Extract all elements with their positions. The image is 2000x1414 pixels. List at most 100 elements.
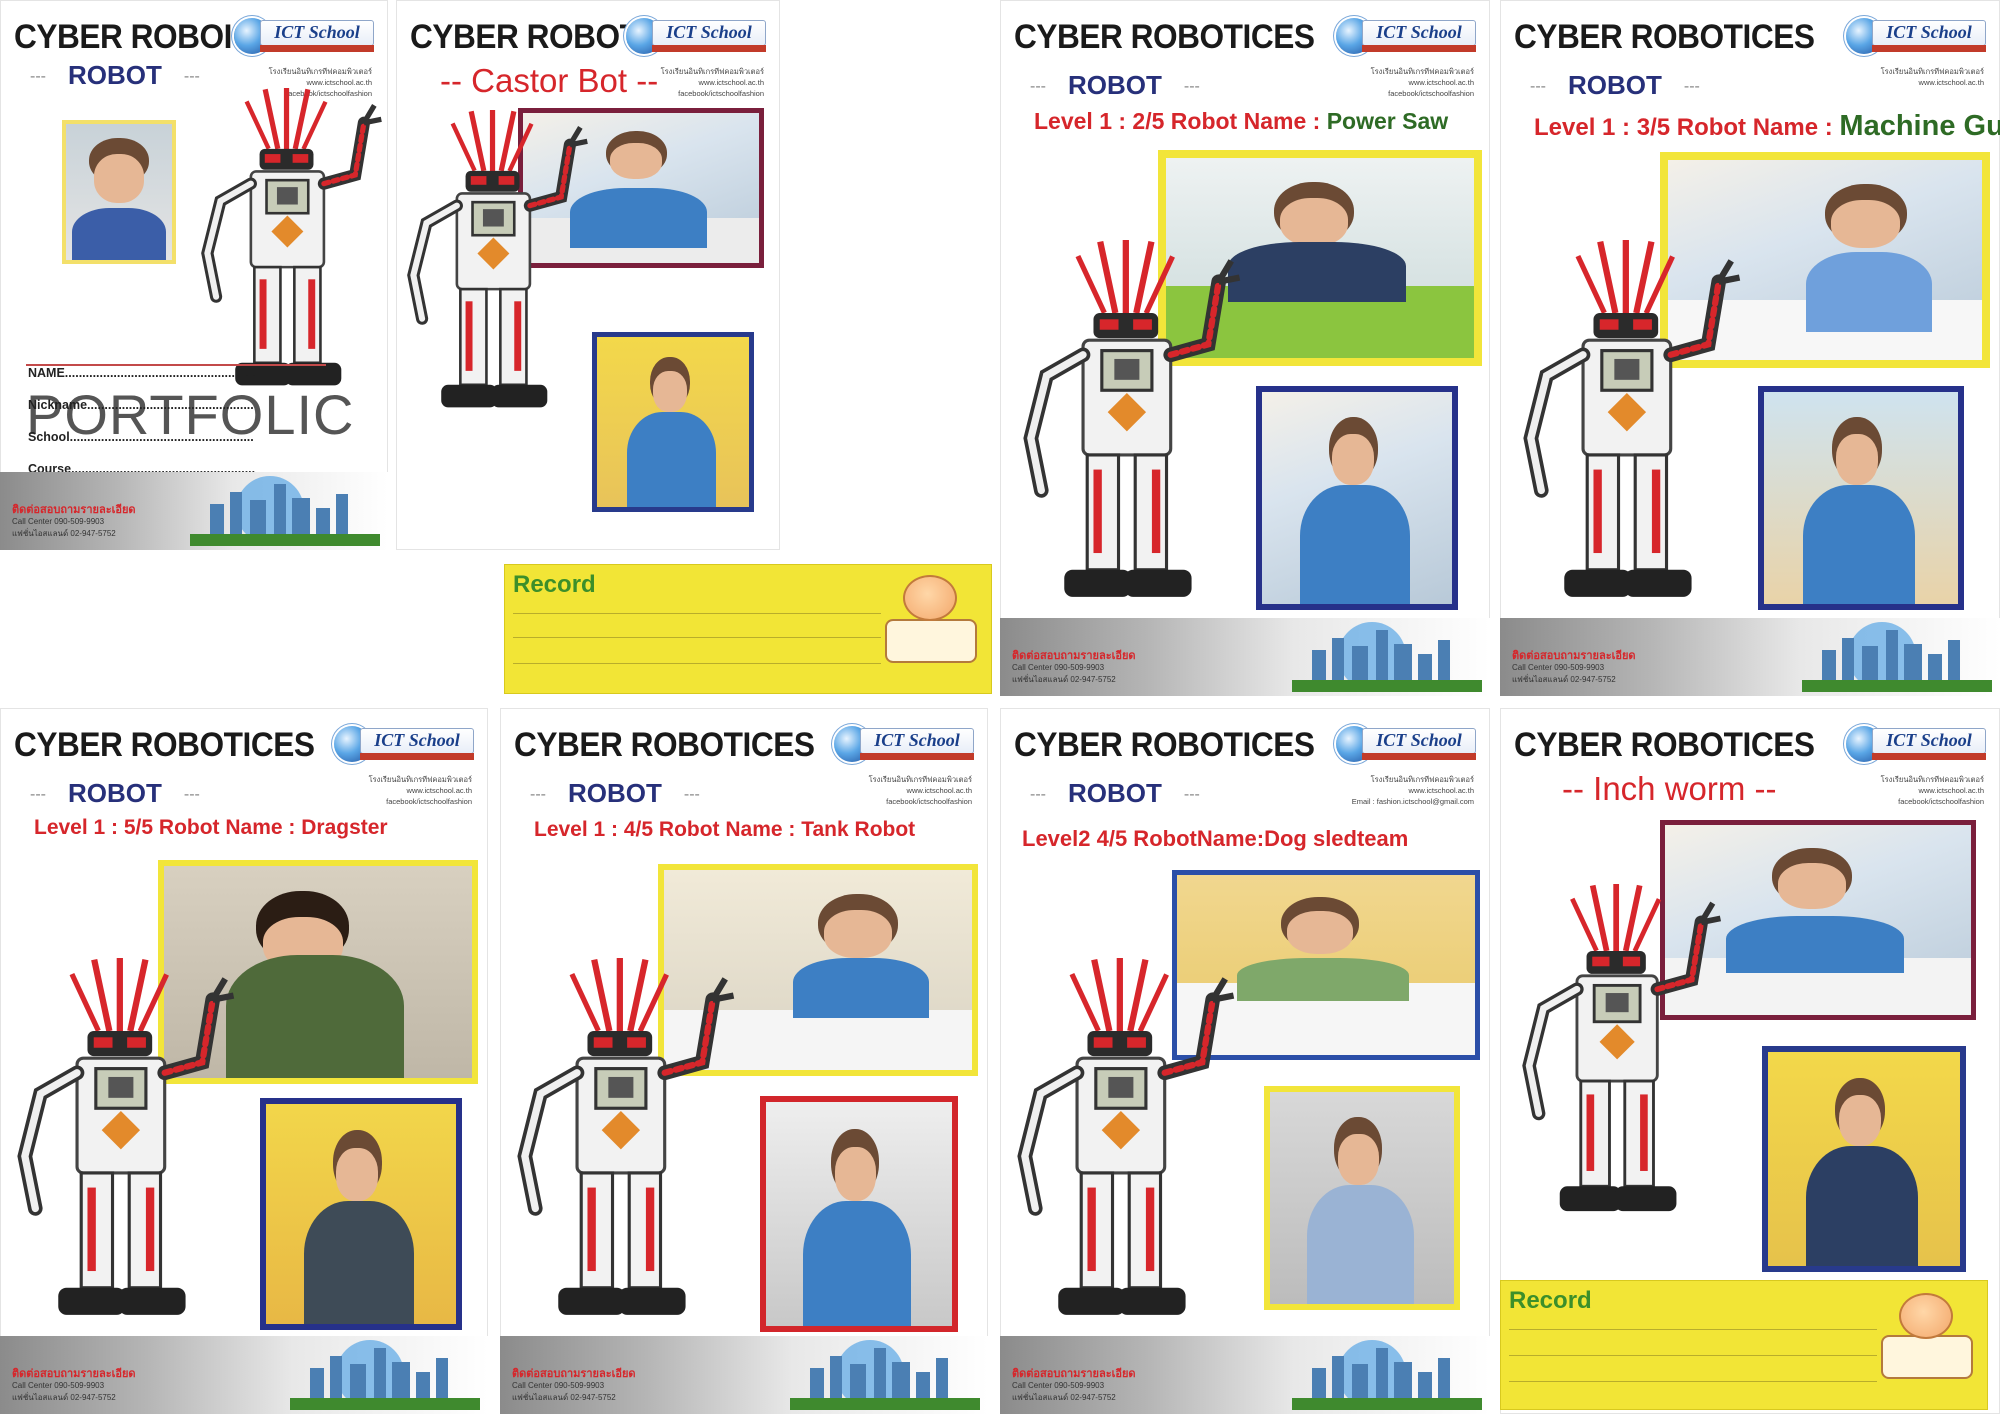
footer-line: แฟชั่นไอสแลนด์ 02-947-5752 (1012, 675, 1116, 684)
robot-label: ROBOT (530, 778, 700, 809)
footer-contact: ติดต่อสอบถามรายละเอียด Call Center 090-5… (12, 504, 136, 540)
page-machine-gun: CYBER ROBOTICES ICT School โรงเรียนอินทิ… (1500, 0, 2000, 696)
robot-subtitle: Level 1 : 5/5 Robot Name : Dragster (34, 816, 388, 839)
footer-line: Call Center 090-509-9903 (12, 517, 105, 526)
contact-line: facebook/ictschoolfashion (1388, 89, 1474, 98)
activity-photo-2 (1264, 1086, 1460, 1310)
logo-text: ICT School (360, 728, 474, 754)
activity-photo-2 (1758, 386, 1964, 610)
logo-strip (360, 753, 474, 760)
footer-heading: ติดต่อสอบถามรายละเอียด (12, 504, 136, 516)
page-power-saw: CYBER ROBOTICES ICT School โรงเรียนอินทิ… (1000, 0, 1490, 696)
robot-name: Machine Gun (1839, 110, 2000, 142)
record-label: Record (513, 571, 596, 598)
footer-heading: ติดต่อสอบถามรายละเอียด (1012, 650, 1136, 662)
contact-info: โรงเรียนอินทิเกรทีฟคอมพิวเตอร์ www.ictsc… (1344, 774, 1474, 807)
student-shirt (1802, 485, 1916, 604)
robot-illustration (1010, 240, 1250, 600)
student-face (1338, 1134, 1379, 1186)
student-shirt (1806, 252, 1932, 332)
contact-line: โรงเรียนอินทิเกรทีฟคอมพิวเตอร์ (1370, 775, 1474, 784)
page-title: CYBER ROBOTICES (1514, 18, 1815, 56)
contact-line: www.ictschool.ac.th (906, 786, 972, 795)
footer-contact: ติดต่อสอบถามรายละเอียด Call Center 090-5… (1012, 1368, 1136, 1404)
robot-illustration (396, 110, 596, 410)
record-line (513, 637, 881, 638)
nickname-field: Nickname................................… (28, 398, 254, 412)
footer-line: แฟชั่นไอสแลนด์ 02-947-5752 (1512, 675, 1616, 684)
footer-heading: ติดต่อสอบถามรายละเอียด (12, 1368, 136, 1380)
contact-line: โรงเรียนอินทิเกรทีฟคอมพิวเตอร์ (268, 67, 372, 76)
student-face (824, 910, 892, 958)
robot-illustration (1510, 884, 1730, 1214)
student-shirt (793, 958, 929, 1018)
page-portfolio-cover: CYBER ROBOICES ICT School โรงเรียนอินทิเ… (0, 0, 388, 550)
student-shirt (803, 1200, 912, 1326)
robot-label: ROBOT (1030, 778, 1200, 809)
contact-line: facebook/ictschoolfashion (1898, 797, 1984, 806)
contact-line: facebook/ictschoolfashion (386, 797, 472, 806)
level-text: Level 1 : 2/5 Robot Name : (1034, 108, 1327, 134)
footer-heading: ติดต่อสอบถามรายละเอียด (512, 1368, 636, 1380)
footer-line: Call Center 090-509-9903 (512, 1381, 605, 1390)
logo-text: ICT School (1362, 20, 1476, 46)
footer-contact: ติดต่อสอบถามรายละเอียด Call Center 090-5… (1012, 650, 1136, 686)
student-shirt (1806, 1146, 1918, 1266)
footer-contact: ติดต่อสอบถามรายละเอียด Call Center 090-5… (512, 1368, 636, 1404)
student-shirt (1300, 485, 1411, 604)
record-line (1509, 1329, 1877, 1330)
logo-strip (1362, 753, 1476, 760)
ict-school-logo: ICT School (1846, 722, 1986, 768)
ict-school-logo: ICT School (1846, 14, 1986, 60)
student-face (1835, 434, 1879, 486)
ict-school-logo: ICT School (334, 722, 474, 768)
student-face (653, 371, 687, 412)
school-field: School..................................… (28, 430, 254, 444)
activity-photo-2 (1762, 1046, 1966, 1272)
robot-subtitle: Level 1 : 2/5 Robot Name : Power Saw (1034, 108, 1448, 135)
student-portrait (62, 120, 176, 264)
footer-line: Call Center 090-509-9903 (1012, 663, 1105, 672)
footer-line: Call Center 090-509-9903 (12, 1381, 105, 1390)
logo-text: ICT School (260, 20, 374, 46)
logo-strip (1362, 45, 1476, 52)
logo-strip (1872, 753, 1986, 760)
robot-illustration (1510, 240, 1750, 600)
record-line (513, 663, 881, 664)
robot-illustration (190, 88, 388, 388)
footer-contact: ติดต่อสอบถามรายละเอียด Call Center 090-5… (1512, 650, 1636, 686)
contact-line: โรงเรียนอินทิเกรทีฟคอมพิวเตอร์ (1370, 67, 1474, 76)
robot-subtitle: -- Inch worm -- (1562, 770, 1777, 807)
city-skyline-icon (1802, 622, 1992, 692)
contact-line: facebook/ictschoolfashion (886, 797, 972, 806)
contact-line: โรงเรียนอินทิเกรทีฟคอมพิวเตอร์ (368, 775, 472, 784)
robot-label: ROBOT (30, 60, 200, 91)
page-title: CYBER ROBOTICES (14, 726, 315, 764)
student-shirt (1236, 957, 1410, 1001)
page-title: CYBER ROBOTICES (1014, 18, 1315, 56)
robot-subtitle: Level 1 : 4/5 Robot Name : Tank Robot (534, 818, 916, 841)
robot-subtitle: Level2 4/5 RobotName:Dog sledteam (1022, 826, 1409, 851)
activity-photo-2 (260, 1098, 462, 1330)
student-face (1279, 198, 1348, 246)
page-title: CYBER ROBOTICES (1014, 726, 1315, 764)
contact-info: โรงเรียนอินทิเกรทีฟคอมพิวเตอร์ www.ictsc… (842, 774, 972, 807)
page-dog-sledteam: CYBER ROBOTICES ICT School โรงเรียนอินทิ… (1000, 708, 1490, 1414)
footer-heading: ติดต่อสอบถามรายละเอียด (1512, 650, 1636, 662)
page-dragster: CYBER ROBOTICES ICT School โรงเรียนอินทิ… (0, 708, 488, 1414)
student-face (1287, 911, 1353, 955)
name-card (1881, 1335, 1973, 1379)
name-card (885, 619, 977, 663)
smiley-face-icon (903, 575, 957, 621)
footer-line: Call Center 090-509-9903 (1012, 1381, 1105, 1390)
activity-photo-2 (760, 1096, 958, 1332)
contact-info: โรงเรียนอินทิเกรทีฟคอมพิวเตอร์ www.ictsc… (342, 774, 472, 807)
record-box: Record (504, 564, 992, 694)
page-castor-bot: CYBER ROBOTICES ICT School โรงเรียนอินทิ… (396, 0, 780, 550)
logo-text: ICT School (860, 728, 974, 754)
city-skyline-icon (790, 1340, 980, 1410)
student-face (1839, 1094, 1882, 1147)
contact-line: www.ictschool.ac.th (1918, 786, 1984, 795)
student-shirt (627, 411, 716, 507)
contact-info: โรงเรียนอินทิเกรทีฟคอมพิวเตอร์ www.ictsc… (1344, 66, 1474, 99)
